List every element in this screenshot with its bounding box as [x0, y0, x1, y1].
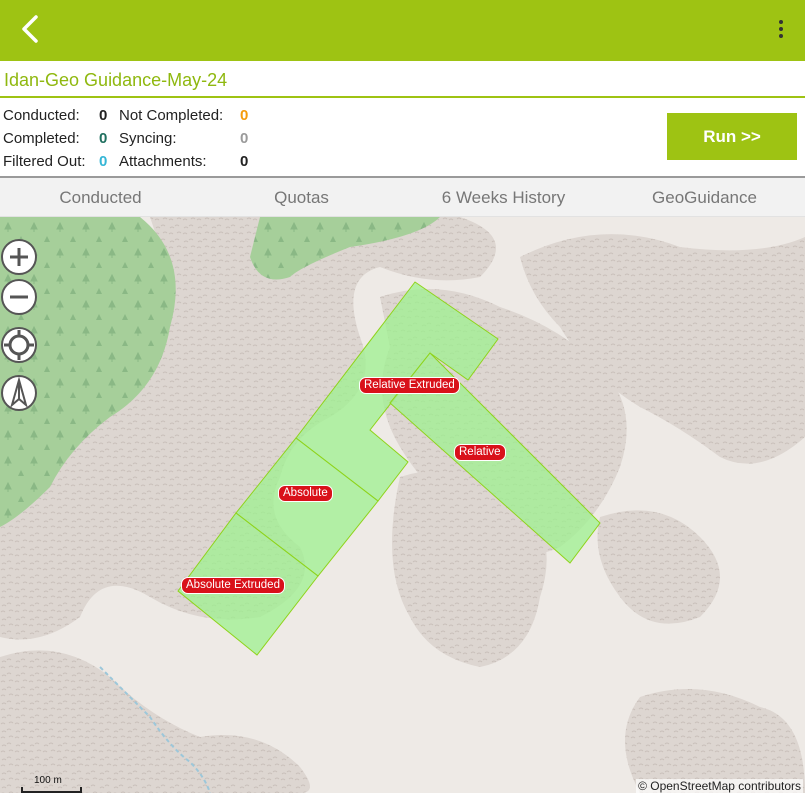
polygon-label[interactable]: Relative — [454, 444, 506, 461]
not-completed-label: Not Completed: — [119, 107, 224, 124]
not-completed-value: 0 — [240, 107, 249, 124]
app-bar — [0, 0, 805, 61]
filtered-out-label: Filtered Out: — [3, 153, 86, 170]
crosshair-icon[interactable] — [0, 326, 38, 364]
plus-icon[interactable] — [0, 238, 38, 276]
tab-quotas[interactable]: Quotas — [201, 178, 402, 216]
polygon-label[interactable]: Absolute Extruded — [181, 577, 285, 594]
minus-icon[interactable] — [0, 278, 38, 316]
syncing-value: 0 — [240, 130, 249, 147]
attachments-value: 0 — [240, 153, 249, 170]
tab-conducted[interactable]: Conducted — [0, 178, 201, 216]
chevron-left-icon[interactable] — [14, 12, 48, 46]
attachments-label: Attachments: — [119, 153, 207, 170]
conducted-label: Conducted: — [3, 107, 80, 124]
scrub-area — [597, 510, 720, 624]
map-scale-label: 100 m — [34, 775, 62, 786]
polygon-label[interactable]: Absolute — [278, 485, 333, 502]
conducted-value: 0 — [99, 107, 108, 124]
tab-geoguidance[interactable]: GeoGuidance — [604, 178, 805, 216]
tab-6-weeks-history[interactable]: 6 Weeks History — [403, 178, 604, 216]
scrub-area — [0, 650, 310, 793]
compass-icon[interactable] — [0, 374, 38, 412]
map-attribution[interactable]: © OpenStreetMap contributors — [636, 779, 803, 793]
run-button[interactable]: Run >> — [667, 113, 797, 160]
filtered-out-value: 0 — [99, 153, 108, 170]
map-view[interactable]: Relative Extruded Relative Absolute Abso… — [0, 217, 805, 793]
scrub-area — [625, 689, 805, 793]
more-vertical-icon[interactable] — [771, 14, 791, 44]
completed-label: Completed: — [3, 130, 80, 147]
survey-title: Idan-Geo Guidance-May-24 — [4, 70, 228, 90]
map-canvas — [0, 217, 805, 793]
polygon-label[interactable]: Relative Extruded — [359, 377, 460, 394]
map-scale-bar — [21, 787, 82, 793]
completed-value: 0 — [99, 130, 108, 147]
tab-bar: Conducted Quotas 6 Weeks History GeoGuid… — [0, 178, 805, 217]
syncing-label: Syncing: — [119, 130, 177, 147]
